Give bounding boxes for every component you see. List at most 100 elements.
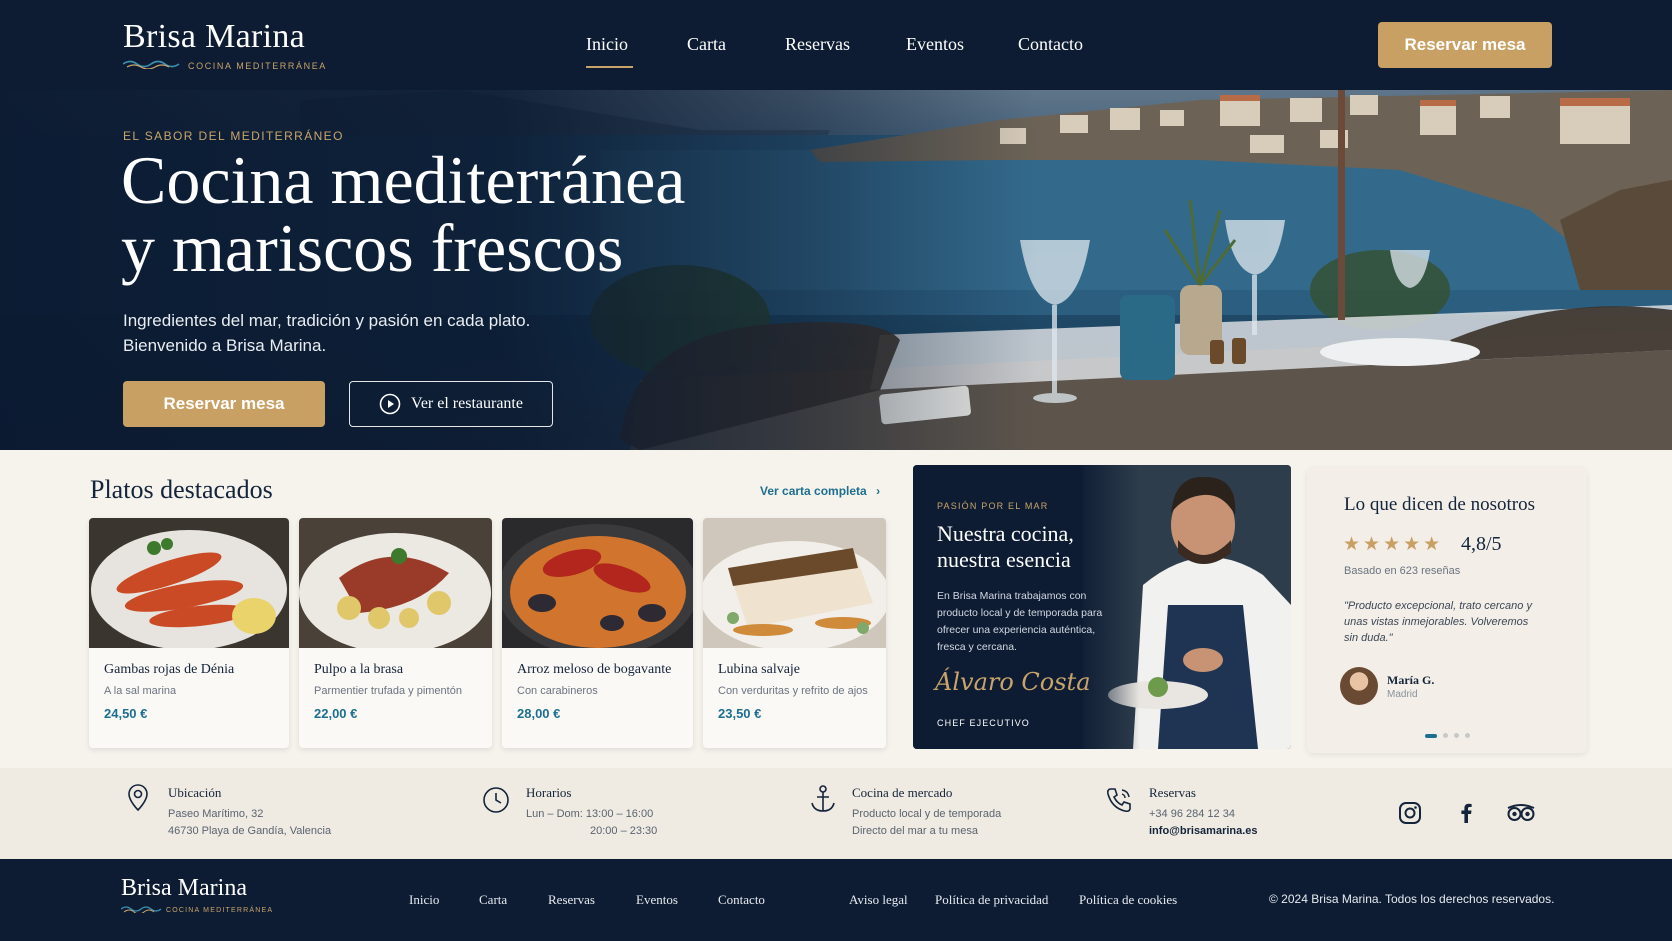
hero-title-line-2: y mariscos frescos: [121, 210, 624, 286]
review-city: Madrid: [1387, 689, 1418, 700]
carousel-dot[interactable]: [1425, 733, 1437, 738]
address-line-2: 46730 Playa de Gandía, Valencia: [168, 825, 332, 837]
hours-line-1: Lun – Dom: 13:00 – 16:00: [526, 808, 654, 820]
dish-name: Gambas rojas de Dénia: [104, 662, 235, 677]
facebook-icon[interactable]: [1454, 801, 1478, 825]
dish-card[interactable]: Arroz meloso de bogavante Con carabinero…: [502, 518, 693, 748]
full-menu-link[interactable]: Ver carta completa ›: [760, 484, 880, 498]
dish-card[interactable]: Gambas rojas de Dénia A la sal marina 24…: [89, 518, 289, 748]
dish-description: Con carabineros: [517, 685, 598, 697]
hero-section: EL SABOR DEL MEDITERRÁNEO Cocina mediter…: [0, 90, 1672, 450]
footer-nav-reservas[interactable]: Reservas: [548, 892, 595, 908]
phone-number[interactable]: +34 96 284 12 34: [1149, 808, 1235, 820]
play-circle-icon: [379, 393, 401, 415]
info-band: Ubicación Paseo Marítimo, 32 46730 Playa…: [0, 768, 1672, 859]
dish-image-arroz: [502, 518, 693, 648]
dish-image-gambas: [89, 518, 289, 648]
instagram-icon[interactable]: [1398, 801, 1422, 825]
footer-nav-inicio[interactable]: Inicio: [409, 892, 439, 908]
hero-title-line-1: Cocina mediterránea: [121, 142, 686, 218]
anchor-icon: [811, 785, 835, 812]
market-line-1: Producto local y de temporada: [852, 808, 1002, 820]
reviews-count: Basado en 623 reseñas: [1344, 565, 1461, 577]
full-menu-label: Ver carta completa: [760, 484, 867, 498]
review-author: María G.: [1387, 673, 1435, 687]
carousel-dot[interactable]: [1443, 733, 1448, 738]
legal-notice-link[interactable]: Aviso legal: [849, 892, 908, 908]
footer-nav-eventos[interactable]: Eventos: [636, 892, 678, 908]
wave-logo-icon: [123, 60, 180, 69]
tripadvisor-icon[interactable]: [1506, 801, 1536, 825]
avatar: [1340, 667, 1378, 705]
dish-card[interactable]: Pulpo a la brasa Parmentier trufada y pi…: [299, 518, 492, 748]
hero-subtitle: Ingredientes del mar, tradición y pasión…: [123, 308, 583, 358]
review-quote: "Producto excepcional, trato cercano y u…: [1344, 600, 1532, 644]
logo[interactable]: Brisa Marina: [123, 18, 305, 56]
chef-title-line-2: nuestra esencia: [937, 547, 1071, 572]
phone-icon: [1106, 788, 1131, 813]
nav-inicio[interactable]: Inicio: [586, 34, 628, 55]
dish-price: 22,00 €: [314, 706, 358, 721]
dish-price: 24,50 €: [104, 706, 148, 721]
location-title: Ubicación: [168, 785, 222, 800]
nav-active-indicator: [586, 66, 633, 68]
chef-title-line-1: Nuestra cocina,: [937, 521, 1074, 546]
nav-eventos[interactable]: Eventos: [906, 34, 964, 55]
hero-title: Cocina mediterránea y mariscos frescos: [121, 146, 821, 282]
chevron-right-icon: ›: [876, 484, 881, 498]
footer-logo-tagline: COCINA MEDITERRÁNEA: [166, 907, 274, 914]
clock-icon: [483, 787, 509, 813]
view-restaurant-button[interactable]: Ver el restaurante: [349, 381, 553, 427]
copyright: © 2024 Brisa Marina. Todos los derechos …: [1269, 892, 1555, 906]
star-rating-icon: ★★★★★: [1343, 534, 1444, 555]
dish-price: 23,50 €: [718, 706, 762, 721]
dish-description: Con verduritas y refrito de ajos: [718, 685, 868, 697]
carousel-dot[interactable]: [1454, 733, 1459, 738]
dish-description: Parmentier trufada y pimentón: [314, 685, 462, 697]
dish-image-pulpo: [299, 518, 492, 648]
bookings-title: Reservas: [1149, 785, 1196, 800]
footer-nav-contacto[interactable]: Contacto: [718, 892, 765, 908]
dish-name: Pulpo a la brasa: [314, 662, 404, 677]
chef-signature: Álvaro Costa: [935, 668, 1091, 696]
hours-line-2: 20:00 – 23:30: [590, 825, 658, 837]
chef-title: Nuestra cocina, nuestra esencia: [937, 521, 1137, 573]
footer-nav-carta[interactable]: Carta: [479, 892, 507, 908]
site-header: Brisa Marina COCINA MEDITERRÁNEA Inicio …: [0, 0, 1672, 90]
dish-image-lubina: [703, 518, 886, 648]
privacy-policy-link[interactable]: Política de privacidad: [935, 892, 1048, 908]
wave-logo-icon: [121, 906, 162, 913]
market-title: Cocina de mercado: [852, 785, 953, 800]
hero-eyebrow: EL SABOR DEL MEDITERRÁNEO: [123, 129, 344, 143]
dish-card[interactable]: Lubina salvaje Con verduritas y refrito …: [703, 518, 886, 748]
view-restaurant-label: Ver el restaurante: [411, 395, 523, 412]
carousel-dots: [1425, 733, 1470, 738]
dish-name: Arroz meloso de bogavante: [517, 662, 672, 677]
chef-description: En Brisa Marina trabajamos con producto …: [937, 590, 1103, 653]
location-pin-icon: [128, 784, 148, 812]
chef-role: CHEF EJECUTIVO: [937, 718, 1030, 728]
hero-reserve-button[interactable]: Reservar mesa: [123, 381, 325, 427]
header-reserve-button[interactable]: Reservar mesa: [1378, 22, 1552, 68]
hero-subtitle-line-2: Bienvenido a Brisa Marina.: [123, 336, 327, 355]
reviews-panel: Lo que dicen de nosotros ★★★★★ 4,8/5 Bas…: [1307, 467, 1587, 753]
chef-eyebrow: PASIÓN POR EL MAR: [937, 501, 1049, 511]
market-line-2: Directo del mar a tu mesa: [852, 825, 978, 837]
hero-subtitle-line-1: Ingredientes del mar, tradición y pasión…: [123, 311, 531, 330]
dish-name: Lubina salvaje: [718, 662, 801, 677]
chef-panel: PASIÓN POR EL MAR Nuestra cocina, nuestr…: [913, 465, 1291, 749]
reviews-title: Lo que dicen de nosotros: [1344, 494, 1536, 515]
cookie-policy-link[interactable]: Política de cookies: [1079, 892, 1177, 908]
hours-title: Horarios: [526, 785, 572, 800]
dishes-section-title: Platos destacados: [90, 475, 273, 504]
carousel-dot[interactable]: [1465, 733, 1470, 738]
rating-score: 4,8/5: [1461, 533, 1502, 555]
footer-logo[interactable]: Brisa Marina: [121, 875, 247, 902]
nav-carta[interactable]: Carta: [687, 34, 726, 55]
dish-description: A la sal marina: [104, 685, 177, 697]
nav-contacto[interactable]: Contacto: [1018, 34, 1083, 55]
email-link[interactable]: info@brisamarina.es: [1149, 825, 1258, 837]
logo-tagline: COCINA MEDITERRÁNEA: [188, 61, 327, 71]
nav-reservas[interactable]: Reservas: [785, 34, 850, 55]
dish-price: 28,00 €: [517, 706, 561, 721]
